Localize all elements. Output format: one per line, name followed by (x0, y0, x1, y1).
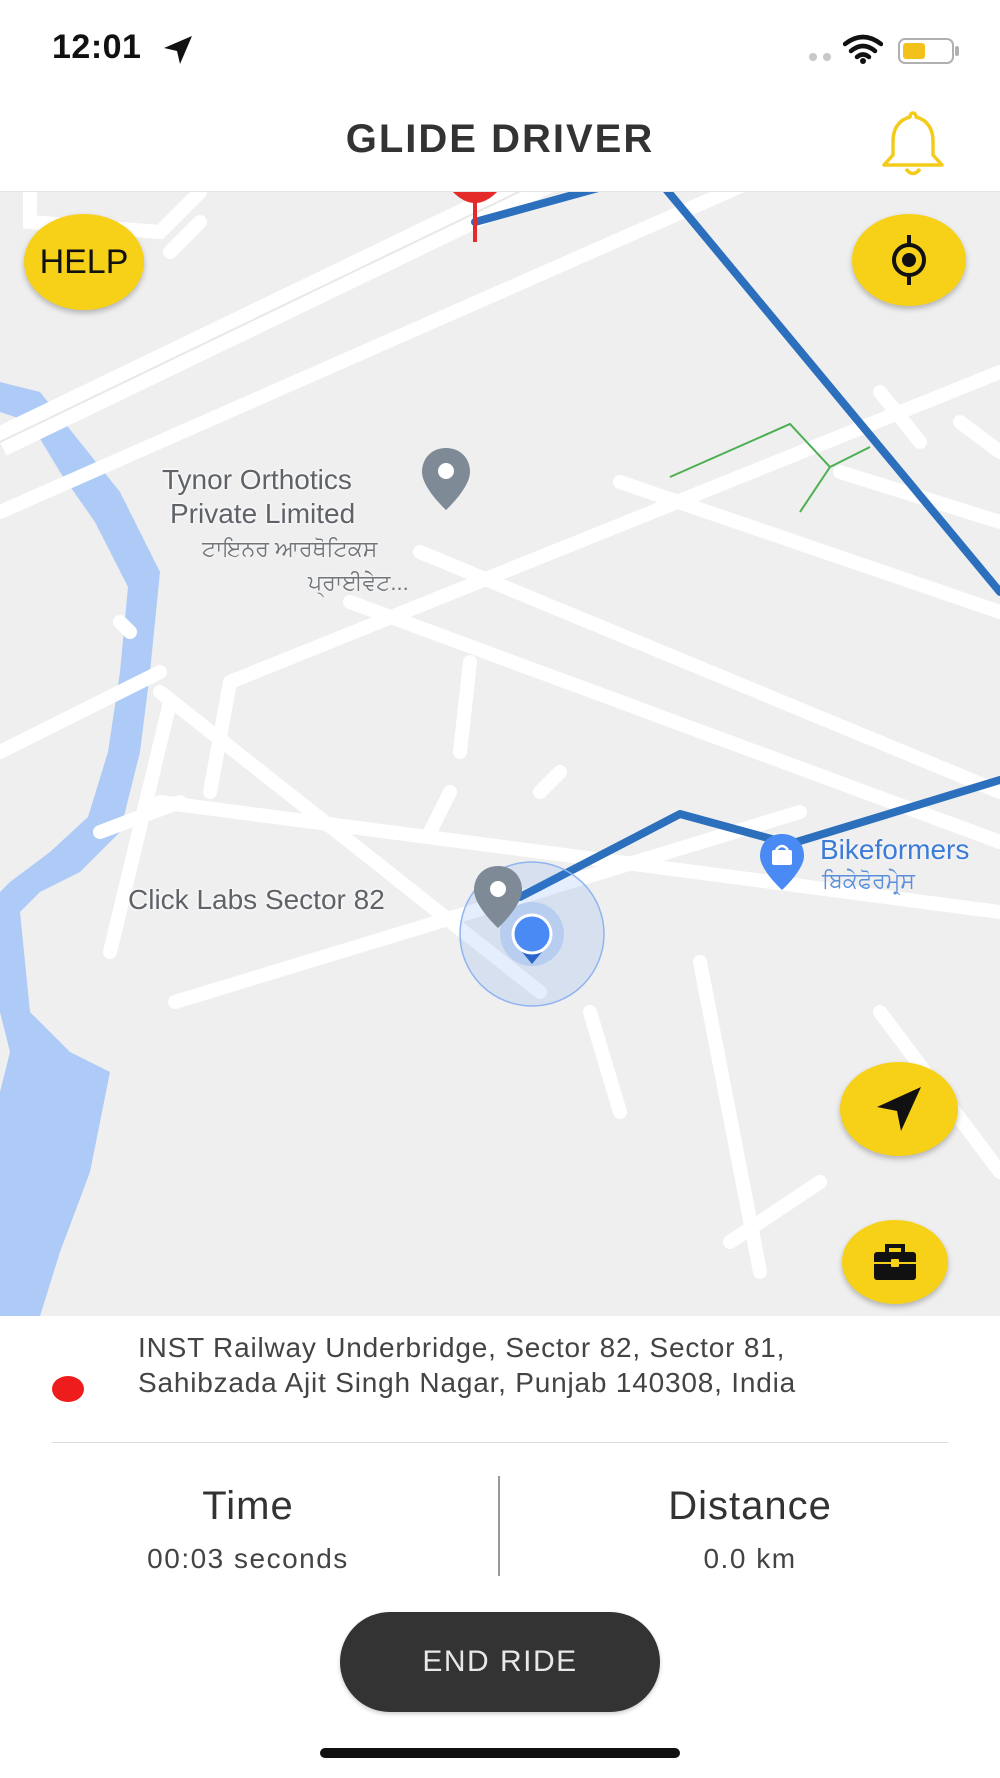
destination-pin-icon (453, 192, 497, 242)
app-header: GLIDE DRIVER (0, 95, 1000, 192)
notification-bell-icon[interactable] (872, 107, 954, 179)
poi-bikeformers-sub: ਬਿਕੇਫੋਰਮੇਰ੍ਸ (822, 868, 915, 893)
stat-separator (498, 1476, 500, 1576)
poi-tynor-sub2: ਪ੍ਰਾਈਵੇਟ... (308, 570, 409, 595)
clicklabs-poi-icon[interactable] (470, 864, 526, 930)
destination-address: INST Railway Underbridge, Sector 82, Sec… (138, 1332, 796, 1398)
battery-icon (898, 38, 959, 64)
location-arrow-icon (164, 36, 192, 64)
divider (52, 1442, 948, 1443)
navigation-arrow-icon (877, 1087, 921, 1131)
tynor-poi-icon[interactable] (418, 446, 474, 512)
shopping-poi-icon[interactable] (756, 832, 808, 892)
poi-tynor-line1[interactable]: Tynor Orthotics (162, 462, 352, 498)
end-ride-label: END RIDE (422, 1645, 578, 1678)
destination-dot-icon (52, 1376, 84, 1402)
help-button[interactable]: HELP (24, 214, 144, 310)
cellular-signal-icon (809, 53, 831, 61)
briefcase-icon (874, 1244, 916, 1280)
time-label: Time (202, 1484, 294, 1528)
map-canvas[interactable] (0, 192, 1000, 1316)
briefcase-button[interactable] (842, 1220, 948, 1304)
page-title: GLIDE DRIVER (345, 117, 655, 161)
poi-tynor-line2[interactable]: Private Limited (170, 496, 355, 532)
help-button-label: HELP (39, 242, 129, 281)
ride-info-sheet: INST Railway Underbridge, Sector 82, Sec… (0, 1316, 1000, 1778)
poi-bikeformers[interactable]: Bikeformers (820, 834, 969, 866)
recenter-button[interactable] (852, 214, 966, 306)
end-ride-button[interactable]: END RIDE (340, 1612, 660, 1712)
home-indicator[interactable] (320, 1748, 680, 1758)
time-stat: Time 00:03 seconds (28, 1484, 468, 1575)
time-value: 00:03 seconds (147, 1543, 349, 1574)
distance-stat: Distance 0.0 km (530, 1484, 970, 1575)
poi-tynor-sub1: ਟਾਇਨਰ ਆਰਥੋਟਿਕਸ (202, 536, 378, 561)
wifi-icon (843, 34, 883, 64)
distance-label: Distance (668, 1484, 832, 1528)
crosshair-icon (892, 235, 926, 285)
poi-clicklabs[interactable]: Click Labs Sector 82 (128, 882, 385, 918)
distance-value: 0.0 km (703, 1543, 797, 1574)
map-view[interactable]: Tynor Orthotics Private Limited ਟਾਇਨਰ ਆਰ… (0, 192, 1000, 1316)
navigate-button[interactable] (840, 1062, 958, 1156)
status-time: 12:01 (52, 28, 142, 66)
status-bar: 12:01 (0, 0, 1000, 95)
